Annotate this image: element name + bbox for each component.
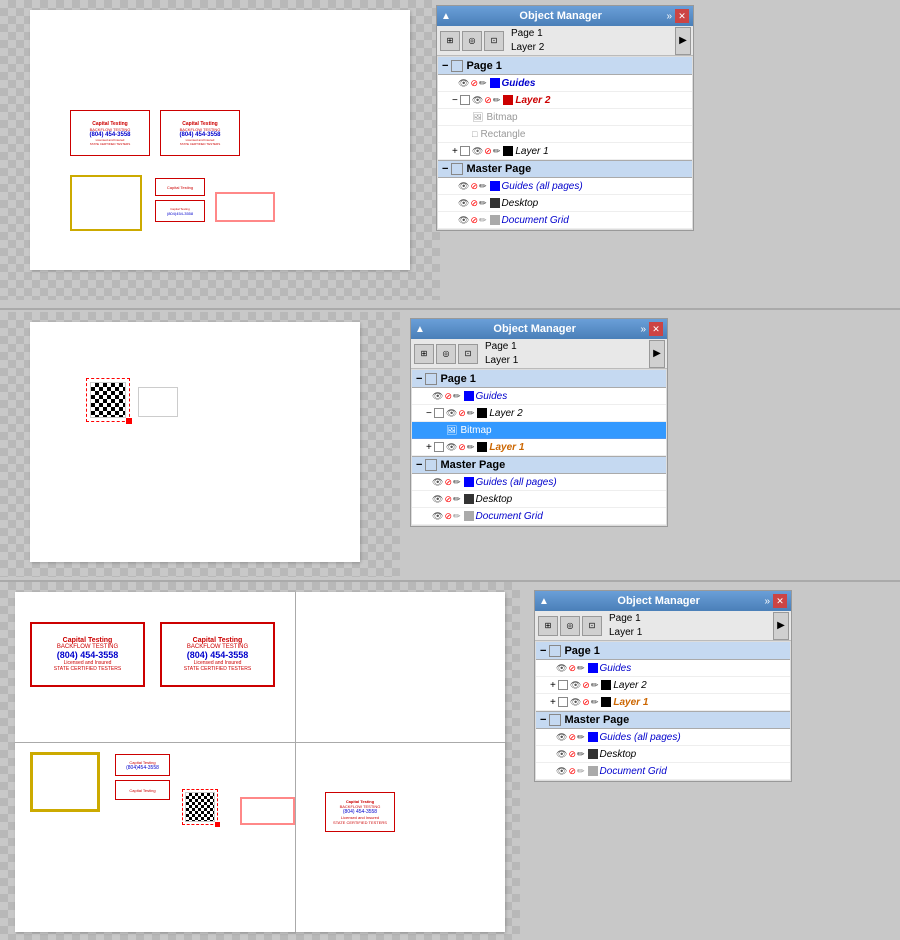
white-page-top: Capital Testing BACKFLOW TESTING (804) 4… (30, 10, 410, 270)
toolbar-btn-2[interactable]: ◎ (462, 31, 482, 51)
collapse-icon-2[interactable]: ▲ (415, 324, 425, 335)
capital-label-bottom-1: Capital Testing BACKFLOW TESTING (804) 4… (30, 622, 145, 687)
panel-2-arrow[interactable]: ▶ (649, 340, 665, 368)
toolbar-btn-9[interactable]: ⊡ (582, 616, 602, 636)
tree-guides-2: 👁 ⊘ ✏ Guides (412, 388, 666, 405)
panel-2-tree: − Page 1 👁 ⊘ ✏ Guides − 👁 ⊘ ✏ Layer 2 🖼 … (411, 369, 667, 526)
tree-bitmap-2-selected[interactable]: 🖼 Bitmap (412, 422, 666, 439)
panel-1-toolbar: ⊞ ◎ ⊡ Page 1 Layer 2 ▶ (437, 26, 693, 56)
crosshair-v (295, 592, 296, 932)
capital-small-right: Capital Testing BACKFLOW TESTING (804) 4… (325, 792, 395, 832)
small-label-2: Capital Testing(804)454-3558 (155, 200, 205, 222)
tree-desktop-2: 👁 ⊘ ✏ Desktop (412, 491, 666, 508)
yellow-frame-bottom (30, 752, 100, 812)
page1-header-3: − Page 1 (536, 642, 790, 660)
tree-layer2-1: − 👁 ⊘ ✏ Layer 2 (438, 92, 692, 109)
collapse-icon-1[interactable]: ▲ (441, 11, 451, 22)
tree-docgrid-3: 👁 ⊘ ✏ Document Grid (536, 763, 790, 780)
panel-3-title: Object Manager (553, 595, 765, 607)
capital-small-bottom-2: Capital Testing (115, 780, 170, 800)
tree-bitmap-1: 🖼 Bitmap (438, 109, 692, 126)
object-manager-panel-2: ▲ Object Manager » ✕ ⊞ ◎ ⊡ Page 1 Layer … (410, 318, 668, 527)
panel-2-chevron[interactable]: » (640, 324, 646, 335)
panel-3-close[interactable]: ✕ (773, 594, 787, 608)
panel-1-close[interactable]: ✕ (675, 9, 689, 23)
tree-desktop-3: 👁 ⊘ ✏ Desktop (536, 746, 790, 763)
yellow-frame (70, 175, 142, 231)
tree-docgrid-1: 👁 ⊘ ✏ Document Grid (438, 212, 692, 229)
toolbar-btn-4[interactable]: ⊞ (414, 344, 434, 364)
bitmap-selection (86, 378, 130, 422)
toolbar-btn-5[interactable]: ◎ (436, 344, 456, 364)
crosshair-h (15, 742, 505, 743)
object-manager-panel-3: ▲ Object Manager » ✕ ⊞ ◎ ⊡ Page 1 Layer … (534, 590, 792, 782)
tree-guides-allpages-1: 👁 ⊘ ✏ Guides (all pages) (438, 178, 692, 195)
toolbar-btn-1[interactable]: ⊞ (440, 31, 460, 51)
canvas-bottom: Capital Testing BACKFLOW TESTING (804) 4… (0, 582, 520, 940)
tree-guides-3: 👁 ⊘ ✏ Guides (536, 660, 790, 677)
pink-frame (215, 192, 275, 222)
tree-guides-allpages-2: 👁 ⊘ ✏ Guides (all pages) (412, 474, 666, 491)
panel-2-header: ▲ Object Manager » ✕ (411, 319, 667, 339)
panel-2-close[interactable]: ✕ (649, 322, 663, 336)
capital-label-2: Capital Testing BACKFLOW TESTING (804) 4… (160, 110, 240, 156)
toolbar-btn-6[interactable]: ⊡ (458, 344, 478, 364)
tree-layer1-1: + 👁 ⊘ ✏ Layer 1 (438, 143, 692, 160)
tree-guides-allpages-3: 👁 ⊘ ✏ Guides (all pages) (536, 729, 790, 746)
masterpage-header-2: − Master Page (412, 456, 666, 474)
tree-rectangle-1: □ Rectangle (438, 126, 692, 143)
panel-3-header: ▲ Object Manager » ✕ (535, 591, 791, 611)
capital-small-bottom-1: Capital Testing (804)454-3558 (115, 754, 170, 776)
panel-1-chevron[interactable]: » (666, 11, 672, 22)
panel-3-arrow[interactable]: ▶ (773, 612, 789, 640)
masterpage-header-3: − Master Page (536, 711, 790, 729)
tree-layer1-3: + 👁 ⊘ ✏ Layer 1 (536, 694, 790, 711)
masterpage-header-1: − Master Page (438, 160, 692, 178)
toolbar-btn-7[interactable]: ⊞ (538, 616, 558, 636)
pink-frame-bottom (240, 797, 295, 825)
tree-docgrid-2: 👁 ⊘ ✏ Document Grid (412, 508, 666, 525)
panel-1-title: Object Manager (455, 10, 667, 22)
divider-1 (0, 308, 900, 310)
tree-desktop-1: 👁 ⊘ ✏ Desktop (438, 195, 692, 212)
panel-1-arrow[interactable]: ▶ (675, 27, 691, 55)
page1-header-2: − Page 1 (412, 370, 666, 388)
capital-label-bottom-2: Capital Testing BACKFLOW TESTING (804) 4… (160, 622, 275, 687)
collapse-icon-3[interactable]: ▲ (539, 596, 549, 607)
capital-label-1: Capital Testing BACKFLOW TESTING (804) 4… (70, 110, 150, 156)
tree-guides-1: 👁 ⊘ ✏ Guides (438, 75, 692, 92)
small-label-1: Capital Testing (155, 178, 205, 196)
canvas-top: Capital Testing BACKFLOW TESTING (804) 4… (0, 0, 440, 300)
toolbar-btn-3[interactable]: ⊡ (484, 31, 504, 51)
canvas-middle (0, 312, 400, 577)
panel-2-pageinfo: Page 1 Layer 1 (485, 340, 649, 368)
checkerboard-selection (182, 789, 218, 825)
panel-3-pageinfo: Page 1 Layer 1 (609, 612, 773, 640)
panel-3-toolbar: ⊞ ◎ ⊡ Page 1 Layer 1 ▶ (535, 611, 791, 641)
panel-1-header: ▲ Object Manager » ✕ (437, 6, 693, 26)
panel-3-tree: − Page 1 👁 ⊘ ✏ Guides + 👁 ⊘ ✏ Layer 2 + … (535, 641, 791, 781)
tree-layer2-3: + 👁 ⊘ ✏ Layer 2 (536, 677, 790, 694)
small-white-box (138, 387, 178, 417)
panel-1-pageinfo: Page 1 Layer 2 (511, 27, 675, 55)
white-page-bottom: Capital Testing BACKFLOW TESTING (804) 4… (15, 592, 505, 932)
object-manager-panel-1: ▲ Object Manager » ✕ ⊞ ◎ ⊡ Page 1 Layer … (436, 5, 694, 231)
toolbar-btn-8[interactable]: ◎ (560, 616, 580, 636)
white-page-middle (30, 322, 360, 562)
panel-3-chevron[interactable]: » (764, 596, 770, 607)
tree-layer1-2: + 👁 ⊘ ✏ Layer 1 (412, 439, 666, 456)
panel-2-toolbar: ⊞ ◎ ⊡ Page 1 Layer 1 ▶ (411, 339, 667, 369)
panel-1-tree: − Page 1 👁 ⊘ ✏ Guides − 👁 ⊘ ✏ Layer 2 🖼 … (437, 56, 693, 230)
tree-layer2-2: − 👁 ⊘ ✏ Layer 2 (412, 405, 666, 422)
panel-2-title: Object Manager (429, 323, 641, 335)
page1-header-1: − Page 1 (438, 57, 692, 75)
